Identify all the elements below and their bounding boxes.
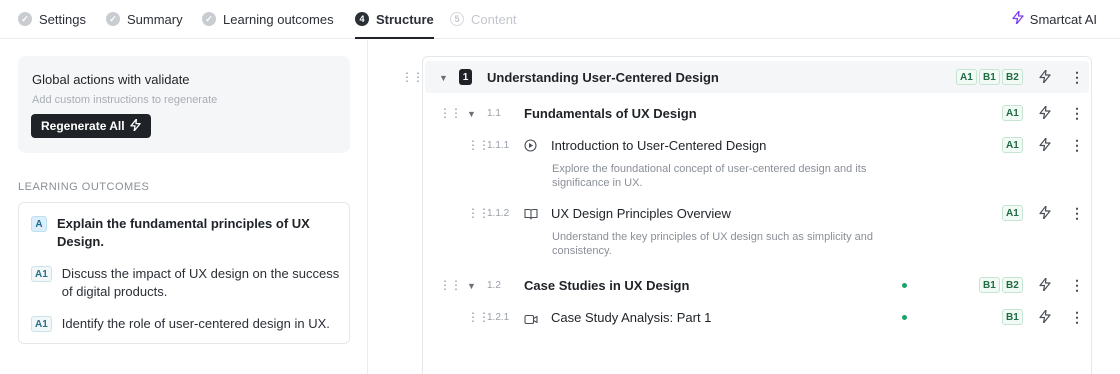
more-options-icon[interactable]: ⋮ bbox=[1070, 309, 1084, 326]
stepper-nav: ✓ Settings ✓ Summary ✓ Learning outcomes… bbox=[0, 0, 1120, 39]
row-number: 1.1.1 bbox=[487, 140, 510, 151]
level-badge: A1 bbox=[1002, 105, 1023, 121]
outcome-text: Identify the role of user-centered desig… bbox=[61, 316, 330, 331]
bolt-icon[interactable] bbox=[1039, 309, 1051, 326]
row-number: 1.1 bbox=[487, 108, 501, 119]
drag-handle-icon[interactable]: ⋮⋮ bbox=[439, 107, 462, 119]
step-summary[interactable]: ✓ Summary bbox=[106, 0, 183, 38]
smartcat-ai-label: Smartcat AI bbox=[1029, 11, 1097, 27]
chevron-down-icon[interactable]: ▼ bbox=[467, 281, 476, 291]
section-number: 1 bbox=[459, 69, 472, 85]
drag-handle-icon[interactable]: ⋮⋮ bbox=[467, 207, 490, 219]
bolt-icon[interactable] bbox=[1039, 277, 1051, 294]
step-label: Structure bbox=[376, 11, 434, 27]
video-icon bbox=[524, 312, 538, 325]
lesson-title[interactable]: Introduction to User-Centered Design bbox=[551, 138, 766, 153]
level-badge: B1 bbox=[979, 277, 1000, 293]
bolt-icon[interactable] bbox=[1039, 205, 1051, 222]
step-label: Summary bbox=[127, 11, 183, 27]
bolt-icon bbox=[129, 117, 141, 134]
step-label: Learning outcomes bbox=[223, 11, 334, 27]
level-badge: B1 bbox=[1002, 309, 1023, 325]
level-badge: A1 bbox=[31, 316, 52, 332]
list-item[interactable]: A1 Discuss the impact of UX design on th… bbox=[31, 265, 341, 301]
regenerate-all-label: Regenerate All bbox=[41, 119, 125, 133]
step-settings[interactable]: ✓ Settings bbox=[18, 0, 86, 38]
chevron-down-icon[interactable]: ▼ bbox=[439, 73, 448, 83]
step-learning-outcomes[interactable]: ✓ Learning outcomes bbox=[202, 0, 334, 38]
level-badge: A1 bbox=[1002, 137, 1023, 153]
status-dot bbox=[902, 283, 907, 288]
custom-instructions-input[interactable]: Add custom instructions to regenerate bbox=[32, 94, 217, 106]
level-badge: B2 bbox=[1002, 69, 1023, 85]
check-icon: ✓ bbox=[18, 12, 32, 26]
bolt-icon[interactable] bbox=[1039, 137, 1051, 154]
status-dot bbox=[902, 315, 907, 320]
outcome-text: Discuss the impact of UX design on the s… bbox=[61, 266, 340, 299]
step-structure[interactable]: 4 Structure bbox=[355, 0, 434, 39]
drag-handle-icon[interactable]: ⋮⋮ bbox=[401, 71, 424, 83]
level-badge: A bbox=[31, 216, 47, 232]
level-badge: B1 bbox=[979, 69, 1000, 85]
more-options-icon[interactable]: ⋮ bbox=[1070, 137, 1084, 154]
section-title[interactable]: Understanding User-Centered Design bbox=[487, 70, 719, 85]
lesson-title[interactable]: Case Study Analysis: Part 1 bbox=[551, 310, 711, 325]
more-options-icon[interactable]: ⋮ bbox=[1070, 277, 1084, 294]
row-number: 1.2 bbox=[487, 280, 501, 291]
list-item[interactable]: A1 Identify the role of user-centered de… bbox=[31, 315, 341, 333]
drag-handle-icon[interactable]: ⋮⋮ bbox=[439, 279, 462, 291]
regenerate-all-button[interactable]: Regenerate All bbox=[31, 114, 151, 138]
chevron-down-icon[interactable]: ▼ bbox=[467, 109, 476, 119]
more-options-icon[interactable]: ⋮ bbox=[1070, 205, 1084, 222]
step-label: Settings bbox=[39, 11, 86, 27]
row-title[interactable]: Fundamentals of UX Design bbox=[524, 106, 697, 121]
structure-panel: ⋮⋮ ▼ 1 Understanding User-Centered Desig… bbox=[369, 40, 1120, 374]
learning-outcomes-list: A Explain the fundamental principles of … bbox=[18, 202, 350, 344]
bolt-icon bbox=[1012, 10, 1024, 27]
step-label: Content bbox=[471, 11, 517, 27]
more-options-icon[interactable]: ⋮ bbox=[1070, 105, 1084, 122]
lesson-title[interactable]: UX Design Principles Overview bbox=[551, 206, 731, 221]
left-panel: Global actions with validate Add custom … bbox=[0, 40, 368, 374]
step-number: 5 bbox=[450, 12, 464, 26]
drag-handle-icon[interactable]: ⋮⋮ bbox=[467, 139, 490, 151]
structure-tree bbox=[422, 56, 1092, 374]
drag-handle-icon[interactable]: ⋮⋮ bbox=[467, 311, 490, 323]
global-actions-card: Global actions with validate Add custom … bbox=[18, 56, 350, 153]
book-icon bbox=[524, 207, 538, 220]
row-title[interactable]: Case Studies in UX Design bbox=[524, 278, 689, 293]
lesson-description: Explore the foundational concept of user… bbox=[552, 163, 867, 189]
level-badge: B2 bbox=[1002, 277, 1023, 293]
row-number: 1.1.2 bbox=[487, 208, 510, 219]
lesson-description: Understand the key principles of UX desi… bbox=[552, 231, 873, 257]
check-icon: ✓ bbox=[106, 12, 120, 26]
play-icon bbox=[524, 139, 538, 152]
step-content: 5 Content bbox=[450, 0, 517, 38]
smartcat-ai-button[interactable]: Smartcat AI bbox=[1012, 0, 1097, 38]
bolt-icon[interactable] bbox=[1039, 105, 1051, 122]
step-number: 4 bbox=[355, 12, 369, 26]
level-badge: A1 bbox=[956, 69, 977, 85]
check-icon: ✓ bbox=[202, 12, 216, 26]
more-options-icon[interactable]: ⋮ bbox=[1070, 69, 1084, 86]
bolt-icon[interactable] bbox=[1039, 69, 1051, 86]
outcome-text: Explain the fundamental principles of UX… bbox=[57, 216, 310, 249]
list-item[interactable]: A Explain the fundamental principles of … bbox=[31, 215, 341, 251]
row-number: 1.2.1 bbox=[487, 312, 510, 323]
level-badge: A1 bbox=[31, 266, 52, 282]
learning-outcomes-heading: LEARNING OUTCOMES bbox=[18, 181, 150, 193]
level-badge: A1 bbox=[1002, 205, 1023, 221]
global-actions-title: Global actions with validate bbox=[32, 72, 190, 87]
